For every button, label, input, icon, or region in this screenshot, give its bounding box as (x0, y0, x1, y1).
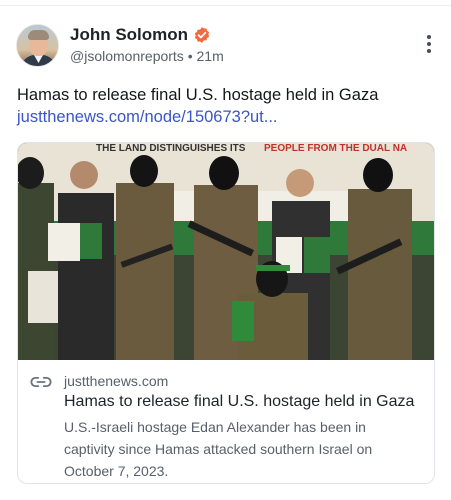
link-preview-description: U.S.-Israeli hostage Edan Alexander has … (64, 419, 373, 479)
post-link[interactable]: justthenews.com/node/150673?ut... (17, 106, 437, 128)
post-header: John Solomon @jsolomonreports • 21m (16, 22, 435, 68)
post-timestamp[interactable]: 21m (197, 48, 224, 64)
link-preview-domain: justthenews.com (64, 373, 169, 389)
link-preview-card[interactable]: THE LAND DISTINGUISHES ITS PEOPLE FROM T… (17, 142, 435, 484)
post-body: Hamas to release final U.S. hostage held… (17, 84, 437, 128)
banner-text-red: PEOPLE FROM THE DUAL NA (264, 143, 407, 154)
author-meta: @jsolomonreports • 21m (70, 48, 224, 64)
avatar[interactable] (16, 24, 59, 67)
author-handle[interactable]: @jsolomonreports (70, 48, 184, 64)
link-preview-body: justthenews.com Hamas to release final U… (18, 360, 434, 482)
post-text: Hamas to release final U.S. hostage held… (17, 86, 379, 104)
more-vertical-icon[interactable] (423, 35, 435, 57)
author-display-name[interactable]: John Solomon (70, 25, 188, 45)
link-preview-image: THE LAND DISTINGUISHES ITS PEOPLE FROM T… (18, 143, 434, 360)
meta-separator: • (187, 48, 193, 64)
author-name-row: John Solomon (70, 25, 211, 45)
verified-badge-icon (194, 27, 210, 43)
link-preview-title[interactable]: Hamas to release final U.S. hostage held… (64, 391, 420, 413)
top-divider (0, 5, 451, 6)
banner-text-dark: THE LAND DISTINGUISHES ITS (96, 143, 246, 154)
link-icon (30, 376, 52, 388)
